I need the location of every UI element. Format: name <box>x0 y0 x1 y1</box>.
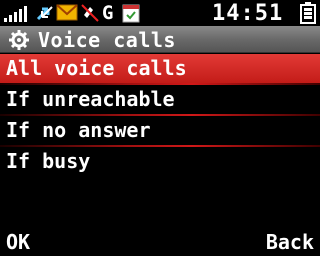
menu-item-if-no-answer[interactable]: If no answer <box>0 116 320 145</box>
calendar-icon <box>122 4 140 23</box>
back-softkey[interactable]: Back <box>266 230 314 254</box>
menu-item-if-busy[interactable]: If busy <box>0 147 320 176</box>
title-bar: Voice calls <box>0 26 320 53</box>
battery-icon <box>300 2 316 24</box>
network-type-label: G <box>102 2 114 24</box>
menu-item-label: All voice calls <box>6 56 187 80</box>
menu-item-all-voice-calls[interactable]: All voice calls <box>0 54 320 83</box>
settings-gear-icon <box>9 30 29 50</box>
status-bar: G 14:51 <box>0 0 320 26</box>
mute-icon <box>81 4 99 22</box>
menu-item-label: If unreachable <box>6 87 175 111</box>
softkey-bar: OK Back <box>0 226 320 256</box>
menu-item-label: If busy <box>6 149 91 173</box>
message-icon <box>56 4 78 21</box>
page-title: Voice calls <box>38 28 176 52</box>
ok-softkey[interactable]: OK <box>6 230 30 254</box>
menu-list: All voice calls If unreachable If no ans… <box>0 54 320 176</box>
menu-item-if-unreachable[interactable]: If unreachable <box>0 85 320 114</box>
menu-item-label: If no answer <box>6 118 151 142</box>
signal-icon <box>4 6 27 22</box>
clock: 14:51 <box>212 1 284 26</box>
data-arrows-icon <box>36 6 53 21</box>
